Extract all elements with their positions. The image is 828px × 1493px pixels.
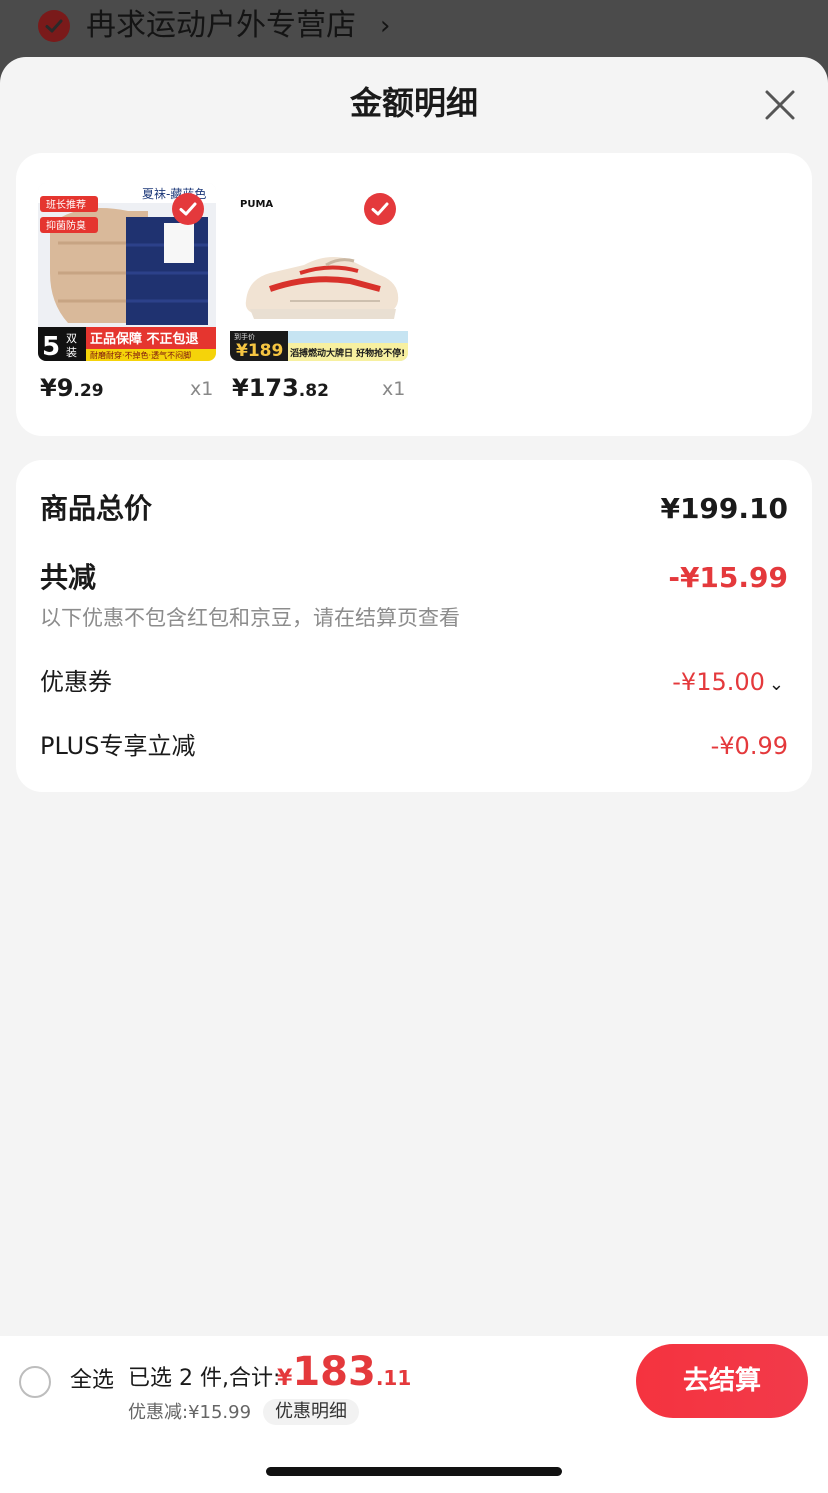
product-price: ¥173.82 [232,374,329,402]
svg-text:¥189: ¥189 [236,341,283,361]
svg-text:装: 装 [66,346,77,359]
checkout-bar: 全选 已选 2 件,合计: ¥183.11 优惠减:¥15.99 优惠明细 去结… [0,1336,828,1493]
amount-detail-sheet: 金额明细 夏袜-藏蓝色 班长推荐 抑菌防臭 5 双 装 正品保障 不正包退 耐磨… [0,57,828,1493]
product-price: ¥9.29 [40,374,104,402]
sheet-title: 金额明细 [349,84,478,122]
close-icon[interactable] [760,85,800,125]
total-reduce-label: 共减 [40,561,97,594]
total-reduce-value: -¥15.99 [668,561,788,594]
chevron-right-icon[interactable]: › [380,8,390,44]
svg-text:正品保障 不正包退: 正品保障 不正包退 [90,331,199,347]
plus-discount-value: -¥0.99 [710,732,788,760]
check-circle-icon[interactable] [38,10,70,42]
discount-detail-button[interactable]: 优惠明细 [263,1399,359,1425]
coupon-value[interactable]: -¥15.00 [672,668,765,696]
svg-text:耐磨耐穿·不掉色·透气不闷脚: 耐磨耐穿·不掉色·透气不闷脚 [90,350,191,360]
brand-logo: PUMA [240,199,273,210]
coupon-label: 优惠券 [40,668,112,696]
svg-text:双: 双 [66,332,77,345]
svg-text:5: 5 [42,332,60,361]
product-check-icon[interactable] [364,193,396,225]
chevron-down-icon[interactable]: ⌄ [769,665,784,705]
goods-total-label: 商品总价 [40,492,153,525]
product-check-icon[interactable] [172,193,204,225]
home-indicator [266,1467,562,1476]
select-all-label[interactable]: 全选 [70,1364,114,1398]
product-qty: x1 [190,378,214,400]
plus-discount-label: PLUS专享立减 [40,732,196,760]
discount-note: 以下优惠不包含红包和京豆，请在结算页查看 [40,606,460,630]
svg-text:班长推荐: 班长推荐 [46,198,86,211]
selected-count-text: 已选 2 件,合计: [128,1366,281,1391]
discount-summary-text: 优惠减:¥15.99 [128,1402,252,1423]
svg-text:抑菌防臭: 抑菌防臭 [46,219,86,232]
price-summary-card: 商品总价 ¥199.10 共减 -¥15.99 以下优惠不包含红包和京豆，请在结… [16,460,812,792]
svg-text:到手价: 到手价 [234,332,255,341]
coupon-row-value[interactable]: -¥15.00 ⌄ [672,662,784,705]
products-card: 夏袜-藏蓝色 班长推荐 抑菌防臭 5 双 装 正品保障 不正包退 耐磨耐穿·不掉… [16,153,812,436]
svg-text:滔搏燃动大牌日 好物抢不停!: 滔搏燃动大牌日 好物抢不停! [290,347,405,359]
product-qty: x1 [382,378,406,400]
goods-total-value: ¥199.10 [660,492,788,525]
checkout-button[interactable]: 去结算 [636,1344,808,1418]
select-all-radio[interactable] [19,1366,51,1398]
store-name[interactable]: 冉求运动户外专营店 [86,6,356,46]
